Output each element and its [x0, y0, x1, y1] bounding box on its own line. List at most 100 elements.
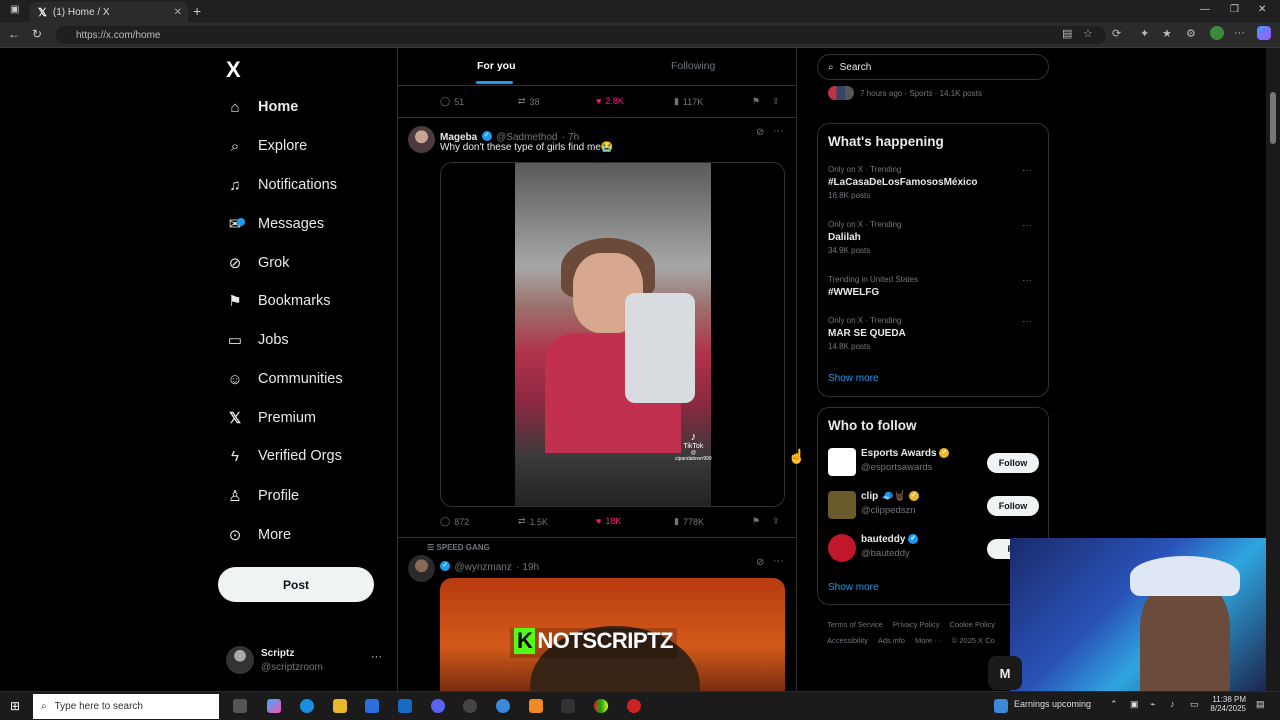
tab-following[interactable]: Following: [671, 60, 715, 72]
post-button[interactable]: Post: [218, 567, 374, 602]
store-icon[interactable]: [365, 699, 379, 713]
profile-avatar-icon[interactable]: [1210, 26, 1224, 40]
bookmark-button[interactable]: ⚑: [752, 96, 760, 107]
favorite-icon[interactable]: ☆: [1083, 27, 1093, 40]
back-icon[interactable]: ←: [8, 27, 20, 41]
post1-more-icon[interactable]: ···: [773, 125, 784, 137]
follow-suggestion[interactable]: clip 🧢🤘🏿 ✓ @clippedszn Follow: [828, 491, 1048, 523]
discord-icon[interactable]: [431, 699, 445, 713]
app-icon[interactable]: [496, 699, 510, 713]
account-more-icon[interactable]: ···: [371, 651, 382, 663]
new-tab-icon[interactable]: +: [193, 3, 201, 19]
copilot-taskbar-icon[interactable]: [267, 699, 281, 713]
trend-more-icon[interactable]: ···: [1022, 220, 1032, 231]
nav-bookmarks[interactable]: ⚑ Bookmarks: [226, 286, 330, 316]
post1-video[interactable]: ♪ TikTok @ cipandalover999: [440, 162, 785, 507]
nav-profile[interactable]: ♙ Profile: [226, 481, 299, 511]
trend-more-icon[interactable]: ···: [1022, 275, 1032, 286]
messages-drawer-button[interactable]: M: [988, 656, 1022, 690]
settings-more-icon[interactable]: ···: [1234, 27, 1245, 39]
reply-button[interactable]: ◯ 872: [440, 516, 469, 527]
footer-link[interactable]: Ads info: [878, 636, 905, 645]
favorites-bar-icon[interactable]: ★: [1162, 27, 1172, 40]
nav-notifications[interactable]: ♫ Notifications: [226, 170, 337, 200]
grok-post-icon[interactable]: ⊘: [756, 127, 764, 138]
follow-button[interactable]: Follow: [987, 496, 1039, 516]
bookmark-button[interactable]: ⚑: [752, 516, 760, 527]
like-button[interactable]: ♥ 2.8K: [596, 96, 624, 106]
post2-avatar[interactable]: [408, 555, 435, 582]
footer-link[interactable]: Terms of Service: [827, 620, 883, 629]
trend-item[interactable]: Only on X · Trending #LaCasaDeLosFamosos…: [828, 165, 1040, 200]
post2-context[interactable]: ☰ SPEED GANG: [427, 543, 490, 552]
grok-post-icon[interactable]: ⊘: [756, 557, 764, 568]
clock[interactable]: 11:38 PM 8/24/2025: [1206, 695, 1246, 713]
tray-chevron-icon[interactable]: ⌃: [1110, 699, 1118, 710]
post2-more-icon[interactable]: ···: [773, 555, 784, 567]
nav-explore[interactable]: ⌕ Explore: [226, 131, 307, 161]
maximize-icon[interactable]: ❐: [1230, 4, 1239, 15]
account-switcher[interactable]: Scriptz @scriptzroom ···: [226, 646, 386, 676]
trending-top-row[interactable]: 7 hours ago · Sports · 14.1K posts: [828, 86, 982, 100]
edge-icon[interactable]: [300, 699, 314, 713]
collections-icon[interactable]: ⚙: [1186, 27, 1196, 40]
nav-home[interactable]: ⌂ Home: [226, 92, 298, 122]
windows-start-icon[interactable]: ⊞: [10, 699, 20, 713]
search-input[interactable]: ⌕ Search: [817, 54, 1049, 80]
share-button[interactable]: ⇪: [772, 516, 780, 527]
tab-for-you[interactable]: For you: [477, 60, 516, 72]
trend-item[interactable]: Only on X · Trending Dalilah 34.9K posts…: [828, 220, 1040, 255]
scrollbar-thumb[interactable]: [1270, 92, 1276, 144]
post2-time[interactable]: · 19h: [516, 562, 539, 573]
post2-handle[interactable]: @wynzmanz: [454, 562, 511, 573]
refresh-icon[interactable]: ↻: [32, 27, 42, 41]
views-button[interactable]: ▮ 778K: [674, 516, 704, 527]
x-logo-icon[interactable]: X: [226, 57, 241, 83]
tray-icon[interactable]: ▣: [1130, 699, 1139, 710]
share-button[interactable]: ⇪: [772, 96, 780, 107]
follow-button[interactable]: Follow: [987, 453, 1039, 473]
nav-premium[interactable]: 𝕏 Premium: [226, 403, 316, 433]
copilot-icon[interactable]: [1257, 26, 1271, 40]
nav-grok[interactable]: ⊘ Grok: [226, 248, 290, 278]
trend-item[interactable]: Only on X · Trending MAR SE QUEDA 14.8K …: [828, 316, 1040, 351]
minimize-icon[interactable]: —: [1200, 4, 1210, 15]
extension-icon[interactable]: ⟳: [1112, 27, 1121, 40]
trends-show-more[interactable]: Show more: [828, 373, 879, 384]
footer-link[interactable]: More ···: [915, 636, 942, 645]
window-menu-icon[interactable]: ▣: [10, 4, 19, 15]
outlook-icon[interactable]: [398, 699, 412, 713]
repost-button[interactable]: ⇄ 38: [518, 96, 540, 107]
trend-item[interactable]: Trending in United States #WWELFG ···: [828, 275, 1040, 298]
trend-more-icon[interactable]: ···: [1022, 165, 1032, 176]
volume-icon[interactable]: ♪: [1170, 699, 1175, 709]
taskbar-search[interactable]: ⌕ Type here to search: [33, 694, 219, 719]
steam-icon[interactable]: [463, 699, 477, 713]
battery-icon[interactable]: ▭: [1190, 699, 1199, 710]
app-icon[interactable]: [561, 699, 575, 713]
obs-icon[interactable]: [627, 699, 641, 713]
nav-verified-orgs[interactable]: ϟ Verified Orgs: [226, 441, 342, 471]
nav-jobs[interactable]: ▭ Jobs: [226, 325, 289, 355]
file-explorer-icon[interactable]: [333, 699, 347, 713]
footer-link[interactable]: Accessibility: [827, 636, 868, 645]
footer-link[interactable]: Privacy Policy: [893, 620, 940, 629]
repost-button[interactable]: ⇄ 1.5K: [518, 516, 548, 527]
post1-avatar[interactable]: [408, 126, 435, 153]
reply-button[interactable]: ◯ 51: [440, 96, 464, 107]
nav-communities[interactable]: ☺ Communities: [226, 364, 342, 394]
views-button[interactable]: ▮ 117K: [674, 96, 703, 107]
browser-tab[interactable]: 𝕏 (1) Home / X ✕: [30, 2, 188, 22]
window-close-icon[interactable]: ✕: [1258, 4, 1266, 15]
url-field[interactable]: https://x.com/home: [56, 26, 1106, 44]
nav-more[interactable]: ⊙ More: [226, 520, 291, 550]
network-icon[interactable]: ⌁: [1150, 699, 1155, 710]
follow-show-more[interactable]: Show more: [828, 582, 879, 593]
footer-link[interactable]: Cookie Policy: [950, 620, 995, 629]
app-icon[interactable]: [529, 699, 543, 713]
widgets-icon[interactable]: [994, 699, 1008, 713]
widgets-label[interactable]: Earnings upcoming: [1014, 699, 1091, 709]
nav-messages[interactable]: ✉ Messages: [226, 209, 324, 239]
tab-close-icon[interactable]: ✕: [174, 7, 182, 18]
task-view-icon[interactable]: [233, 699, 247, 713]
